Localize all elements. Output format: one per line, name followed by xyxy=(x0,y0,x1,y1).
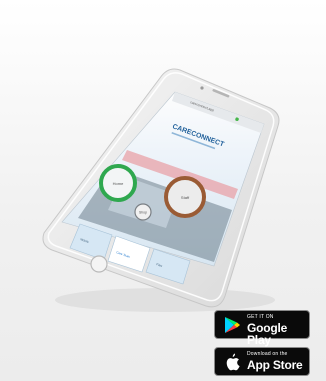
app-store-big-text: App Store xyxy=(247,358,303,372)
app-store-badge[interactable]: Download on the App Store xyxy=(214,347,310,376)
google-play-big-text: Google Play xyxy=(247,321,288,347)
circle-shop-label: Shop xyxy=(139,211,147,215)
google-play-icon xyxy=(224,316,241,339)
circle-staff-label: Staff xyxy=(181,195,190,200)
google-play-badge[interactable]: GET IT ON Google Play xyxy=(214,310,310,346)
home-button[interactable] xyxy=(90,255,108,273)
circle-shop[interactable]: Shop xyxy=(134,203,152,221)
google-play-small-text: GET IT ON xyxy=(247,314,274,320)
phone-camera xyxy=(200,86,204,90)
circle-home-label: Home xyxy=(113,181,124,186)
apple-icon xyxy=(224,353,240,376)
circle-home[interactable]: Home xyxy=(99,164,137,202)
app-store-small-text: Download on the xyxy=(247,351,288,357)
circle-staff[interactable]: Staff xyxy=(164,176,206,218)
